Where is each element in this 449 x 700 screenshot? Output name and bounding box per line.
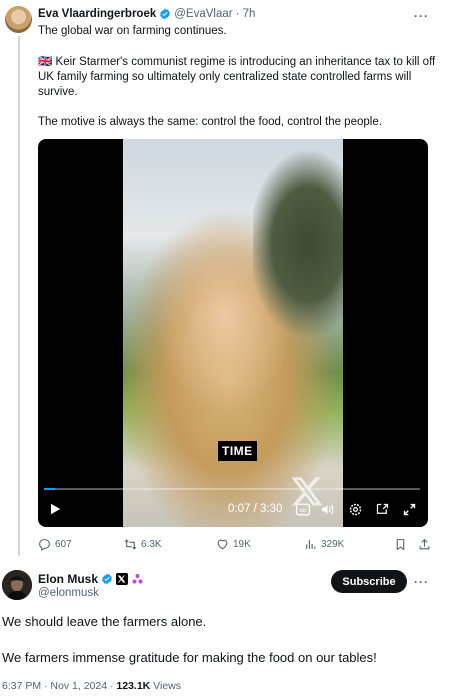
- post-timestamp[interactable]: 6:37 PM · Nov 1, 2024 ·: [2, 680, 116, 692]
- reply-button[interactable]: 607: [38, 538, 72, 551]
- tweet-text-line: We should leave the farmers alone.: [2, 614, 207, 629]
- video-progress-bar[interactable]: [44, 488, 420, 490]
- picture-in-picture-icon[interactable]: [375, 502, 390, 517]
- thread-line: [18, 36, 20, 556]
- post-time[interactable]: · 7h: [236, 8, 256, 20]
- purple-spark-icon: [132, 574, 143, 584]
- author-avatar[interactable]: [2, 570, 32, 600]
- author-handle[interactable]: @EvaVlaar: [174, 8, 232, 20]
- more-options-icon[interactable]: ···: [414, 575, 429, 589]
- views-chart-icon: [306, 540, 316, 549]
- repost-button[interactable]: 6.3K: [124, 538, 162, 551]
- subscribe-button[interactable]: Subscribe: [331, 570, 407, 593]
- tweet-text-paragraph: The motive is always the same: control t…: [38, 116, 382, 128]
- video-progress-fill: [44, 488, 56, 490]
- tweet-text-line: We farmers immense gratitude for making …: [2, 650, 377, 665]
- svg-text:CC: CC: [300, 508, 307, 513]
- main-tweet-header: Elon Musk: [38, 572, 144, 586]
- play-icon[interactable]: [48, 502, 62, 516]
- like-heart-icon: [217, 539, 228, 550]
- bookmark-icon[interactable]: [394, 538, 407, 551]
- views-button[interactable]: 329K: [304, 538, 344, 551]
- captions-icon[interactable]: CC: [296, 503, 310, 516]
- video-time: 0:07 / 3:30: [228, 503, 283, 515]
- fullscreen-icon[interactable]: [402, 502, 417, 517]
- like-button[interactable]: 19K: [216, 538, 251, 551]
- verified-badge-icon: [102, 573, 112, 585]
- tweet-text-paragraph: 🇬🇧 Keir Starmer's communist regime is in…: [38, 55, 438, 100]
- reply-icon: [39, 539, 50, 551]
- tweet-actions: 607 6.3K 19K 329K: [38, 538, 434, 554]
- x-affiliate-badge-icon: [116, 573, 129, 585]
- video-controls: 0:07 / 3:30 CC: [38, 497, 428, 521]
- settings-icon[interactable]: [348, 502, 363, 517]
- video-watermark: TIME: [218, 441, 257, 461]
- video-frame-tree: [253, 149, 343, 349]
- uk-flag-icon: 🇬🇧: [38, 56, 53, 68]
- share-icon[interactable]: [418, 538, 431, 551]
- like-count: 19K: [233, 539, 251, 550]
- author-name[interactable]: Eva Vlaardingerbroek: [38, 8, 156, 20]
- video-frame: [123, 139, 343, 527]
- video-player[interactable]: TIME 0:07 / 3:30 CC: [38, 139, 428, 527]
- repost-icon: [124, 539, 137, 550]
- verified-badge-icon: [160, 8, 171, 20]
- quoted-tweet[interactable]: Eva Vlaardingerbroek @EvaVlaar · 7h ··· …: [0, 0, 449, 562]
- tweet-text-line: The global war on farming continues.: [38, 25, 227, 37]
- author-avatar[interactable]: [5, 6, 32, 33]
- repost-count: 6.3K: [141, 539, 162, 550]
- tweet-text-body: Keir Starmer's communist regime is intro…: [38, 56, 436, 98]
- reply-count: 607: [55, 539, 72, 550]
- more-options-icon[interactable]: ···: [414, 9, 429, 23]
- author-handle[interactable]: @elonmusk: [38, 587, 99, 599]
- views-count: 123.1K: [116, 680, 151, 692]
- avatar-portrait: [2, 570, 32, 600]
- views-label: Views: [150, 680, 181, 692]
- views-count: 329K: [321, 539, 345, 550]
- tweet-meta: 6:37 PM · Nov 1, 2024 · 123.1K Views: [2, 680, 181, 692]
- volume-icon[interactable]: [320, 502, 335, 517]
- tweet-header: Eva Vlaardingerbroek @EvaVlaar · 7h: [38, 8, 255, 20]
- author-name[interactable]: Elon Musk: [38, 572, 98, 586]
